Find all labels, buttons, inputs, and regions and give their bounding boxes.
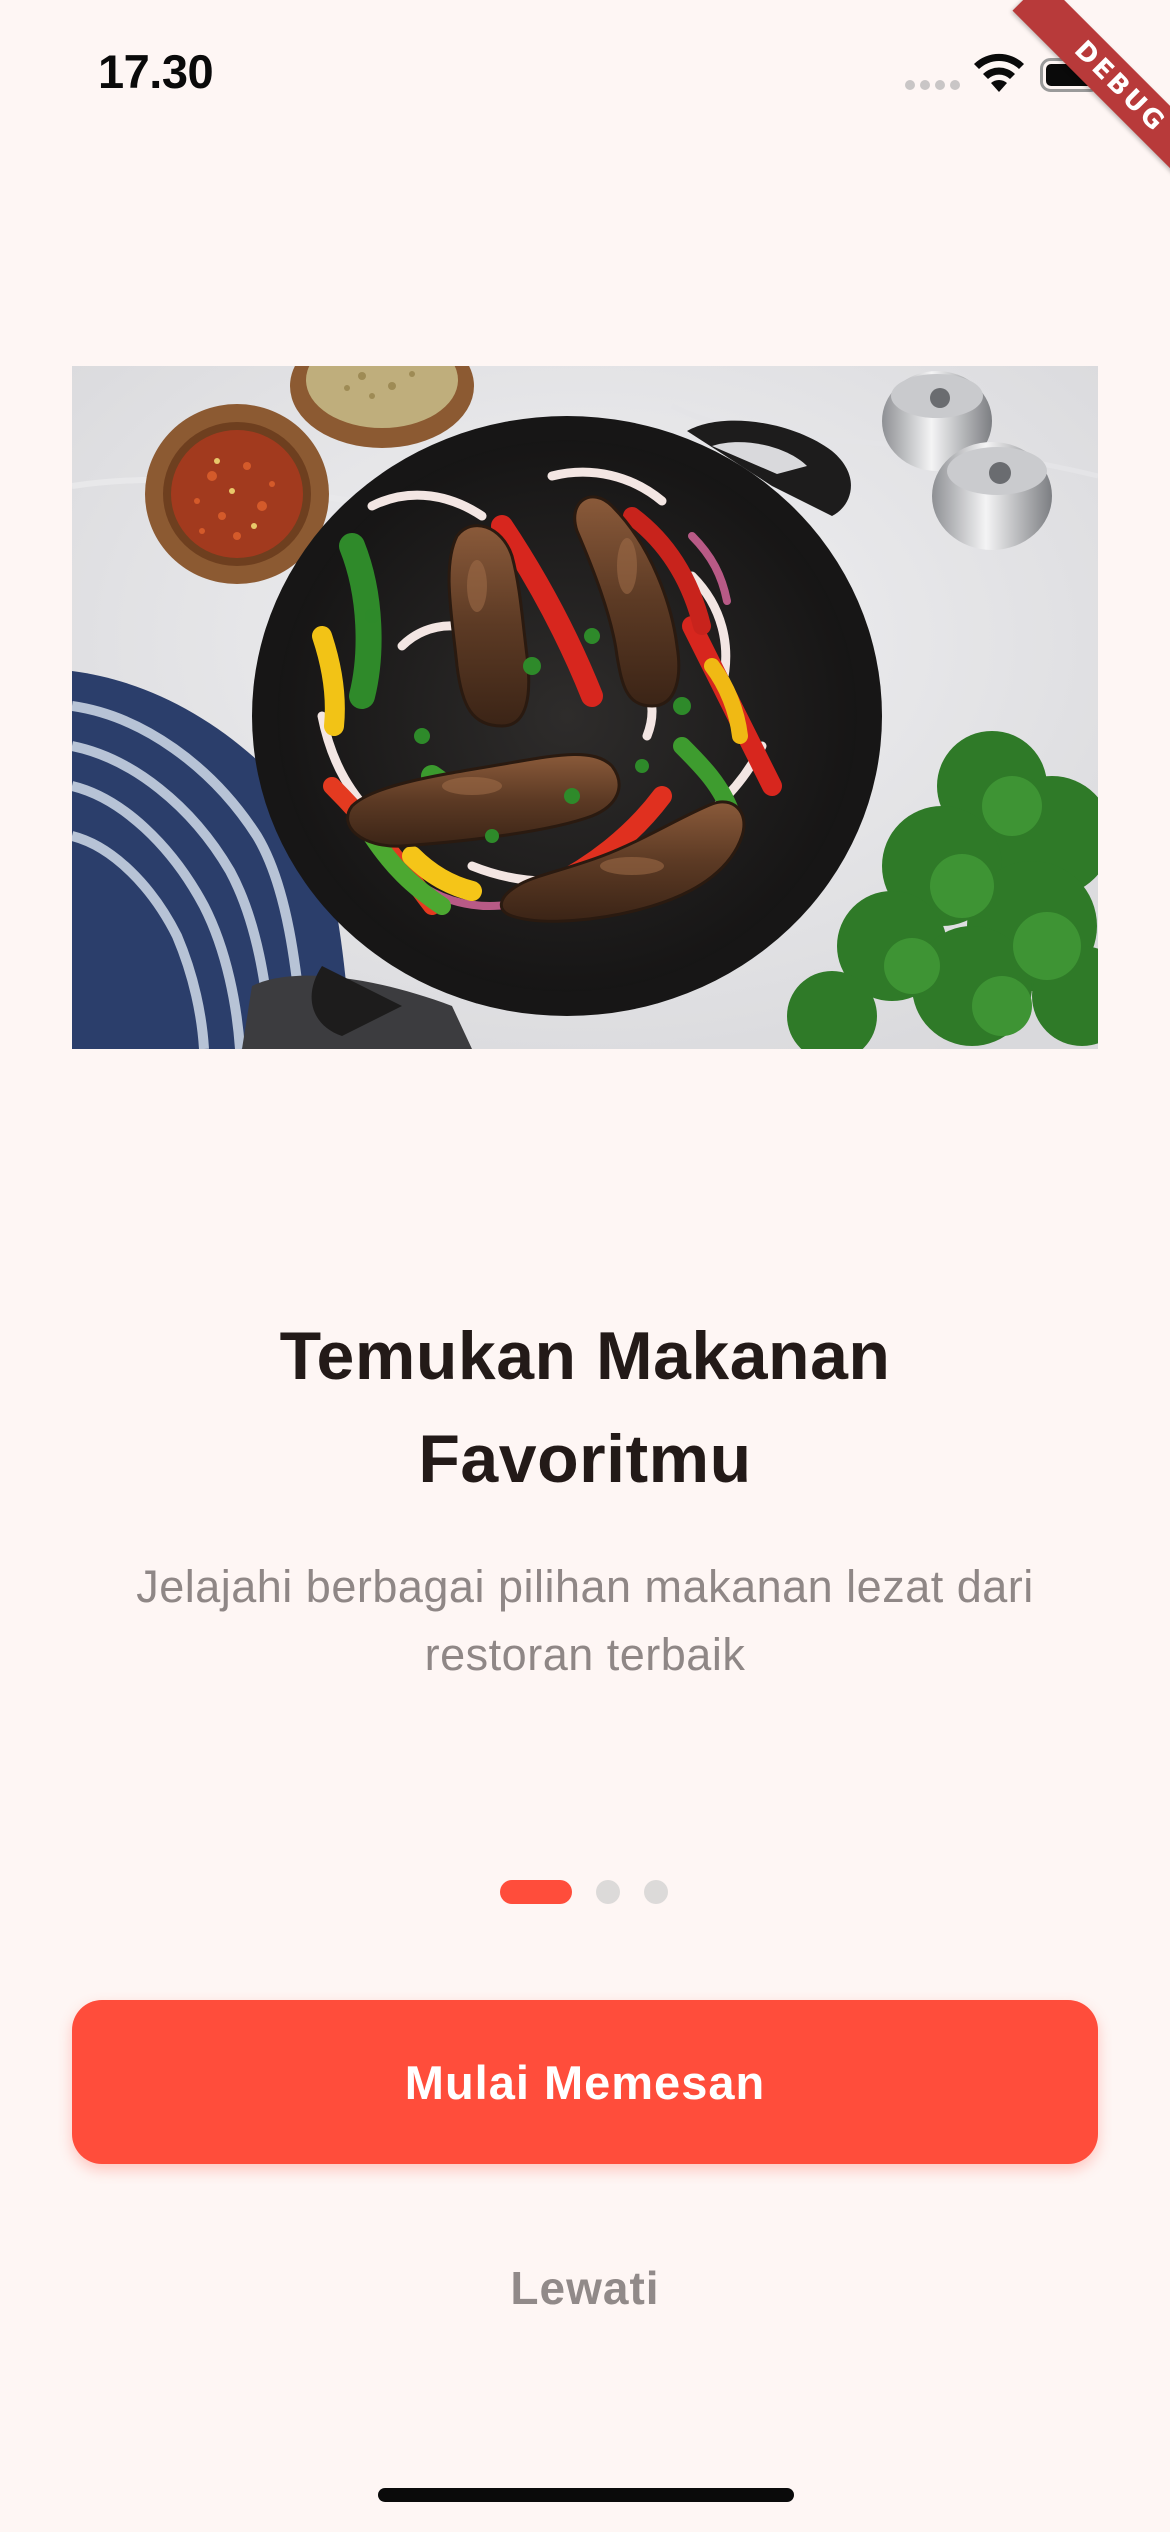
status-time: 17.30 bbox=[98, 45, 214, 98]
home-indicator[interactable] bbox=[378, 2488, 794, 2502]
page-indicator bbox=[0, 1880, 1170, 1904]
subtitle-line-1: Jelajahi berbagai pilihan makanan lezat … bbox=[136, 1561, 1034, 1612]
title-line-1: Temukan Makanan bbox=[279, 1318, 891, 1394]
wifi-icon bbox=[972, 52, 1026, 92]
page-dot[interactable] bbox=[596, 1880, 620, 1904]
status-bar: 17.30 bbox=[0, 0, 1170, 150]
cellular-signal-icon bbox=[905, 80, 961, 92]
page-dot-active[interactable] bbox=[500, 1880, 572, 1904]
title-line-2: Favoritmu bbox=[418, 1421, 752, 1497]
subtitle-line-2: restoran terbaik bbox=[424, 1629, 746, 1680]
onboarding-title: Temukan Makanan Favoritmu bbox=[120, 1305, 1050, 1511]
page-dot[interactable] bbox=[644, 1880, 668, 1904]
skip-button[interactable]: Lewati bbox=[435, 2248, 735, 2328]
start-ordering-button[interactable]: Mulai Memesan bbox=[72, 2000, 1098, 2164]
onboarding-subtitle: Jelajahi berbagai pilihan makanan lezat … bbox=[60, 1553, 1110, 1689]
hero-food-image bbox=[72, 366, 1098, 1049]
